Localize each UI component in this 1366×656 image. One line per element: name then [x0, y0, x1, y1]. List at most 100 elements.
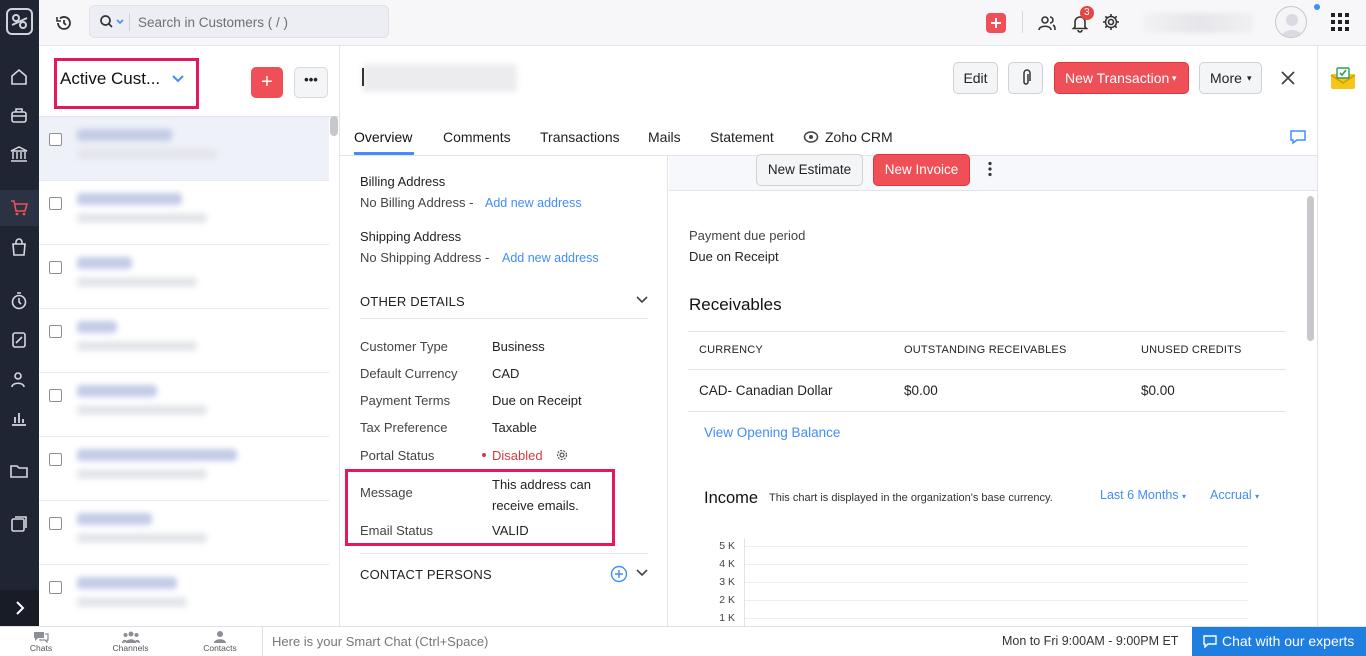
whats-new-envelope-icon[interactable]	[1330, 66, 1356, 90]
payment-due-label: Payment due period	[689, 228, 806, 243]
chat-with-experts-button[interactable]: Chat with our experts	[1192, 627, 1366, 656]
unused-credits-cell: $0.00	[1141, 383, 1175, 398]
smart-chat-bar[interactable]: Here is your Smart Chat (Ctrl+Space) Mon…	[262, 627, 1192, 656]
vertical-more-icon[interactable]	[987, 161, 993, 177]
contact-persons-header[interactable]: CONTACT PERSONS	[360, 567, 492, 582]
purchases-bag-icon[interactable]	[9, 237, 29, 257]
list-item[interactable]	[39, 117, 329, 181]
list-scrollbar[interactable]	[330, 116, 338, 136]
other-details-header[interactable]: OTHER DETAILS	[360, 294, 465, 309]
tab-zoho-crm[interactable]: Zoho CRM	[825, 129, 893, 145]
new-estimate-button[interactable]: New Estimate	[756, 154, 863, 186]
row-checkbox[interactable]	[49, 325, 62, 338]
message-label: Message	[360, 485, 413, 500]
caret-down-icon: ▾	[1172, 73, 1177, 83]
billing-address-label: Billing Address	[360, 174, 446, 189]
documents-folder-icon[interactable]	[9, 461, 29, 481]
attachment-button[interactable]	[1008, 62, 1043, 94]
list-more-options-button[interactable]: •••	[294, 67, 328, 98]
chat-with-experts-label: Chat with our experts	[1222, 633, 1355, 649]
organization-name-blurred[interactable]	[1143, 13, 1253, 33]
list-item[interactable]	[39, 309, 329, 373]
quick-create-icon[interactable]	[986, 13, 1006, 33]
banking-icon[interactable]	[9, 144, 29, 164]
row-checkbox[interactable]	[49, 389, 62, 402]
overview-panel: New Estimate New Invoice Payment due per…	[669, 154, 1317, 628]
email-status-value: VALID	[492, 523, 529, 538]
settings-gear-icon[interactable]	[1101, 12, 1121, 32]
comments-chat-icon[interactable]	[1289, 128, 1307, 146]
view-opening-balance-link[interactable]: View Opening Balance	[704, 425, 840, 440]
new-transaction-button[interactable]: New Transaction ▾	[1054, 62, 1189, 94]
unused-credits-column-header: UNUSED CREDITS	[1141, 344, 1242, 356]
chevron-down-icon[interactable]	[636, 569, 648, 577]
contacts-label: Contacts	[203, 643, 237, 653]
recent-history-icon[interactable]	[54, 13, 74, 33]
reports-icon[interactable]	[9, 408, 29, 428]
portal-settings-gear-icon[interactable]	[555, 448, 569, 462]
chevron-down-icon[interactable]	[636, 296, 648, 304]
more-button[interactable]: More ▾	[1199, 62, 1262, 94]
list-item[interactable]	[39, 373, 329, 437]
tab-comments[interactable]: Comments	[443, 129, 511, 145]
app-logo-icon[interactable]	[6, 8, 33, 35]
time-tracking-icon[interactable]	[9, 291, 29, 311]
avatar-status-dot	[1314, 4, 1320, 10]
chevron-down-icon[interactable]	[172, 74, 184, 84]
row-checkbox[interactable]	[49, 197, 62, 210]
apps-icon[interactable]	[9, 514, 29, 534]
items-icon[interactable]	[9, 105, 29, 125]
smart-chat-input[interactable]: Here is your Smart Chat (Ctrl+Space)	[272, 634, 488, 649]
message-value: This address can receive emails.	[492, 477, 591, 513]
new-customer-button[interactable]: +	[251, 67, 283, 98]
shipping-address-value: No Shipping Address -	[360, 250, 490, 265]
list-item[interactable]	[39, 565, 329, 629]
tab-statement[interactable]: Statement	[710, 129, 774, 145]
y-axis-tick-label: 1 K	[719, 612, 735, 624]
accountant-icon[interactable]	[9, 330, 29, 350]
new-invoice-button[interactable]: New Invoice	[873, 154, 970, 186]
row-checkbox[interactable]	[49, 453, 62, 466]
payment-due-value: Due on Receipt	[689, 249, 779, 264]
customer-details-column: Billing Address No Billing Address - Add…	[340, 156, 668, 626]
add-billing-address-link[interactable]: Add new address	[485, 196, 582, 210]
table-border	[688, 331, 1286, 332]
contacts-button[interactable]: Contacts	[199, 627, 241, 656]
channels-button[interactable]: Channels	[108, 627, 153, 656]
user-avatar[interactable]	[1275, 6, 1307, 38]
bottom-bar: Chats Channels Contacts Here is your Sma…	[0, 626, 1366, 656]
close-icon[interactable]	[1280, 70, 1296, 86]
row-checkbox[interactable]	[49, 581, 62, 594]
list-header: Active Cust... + •••	[39, 46, 340, 117]
tab-transactions[interactable]: Transactions	[540, 129, 620, 145]
period-dropdown[interactable]: Last 6 Months ▾	[1100, 488, 1186, 502]
basis-dropdown[interactable]: Accrual ▾	[1210, 488, 1259, 502]
divider	[360, 553, 648, 554]
tab-mails[interactable]: Mails	[648, 129, 681, 145]
search-icon[interactable]	[99, 14, 127, 30]
home-icon[interactable]	[9, 67, 29, 87]
expand-nav-button[interactable]	[0, 590, 39, 626]
overview-scrollbar[interactable]	[1307, 196, 1314, 341]
sales-cart-icon[interactable]	[9, 198, 29, 218]
row-checkbox[interactable]	[49, 261, 62, 274]
list-item[interactable]	[39, 501, 329, 565]
list-item[interactable]	[39, 437, 329, 501]
users-icon[interactable]	[9, 370, 29, 390]
list-item[interactable]	[39, 245, 329, 309]
edit-button[interactable]: Edit	[953, 62, 998, 94]
payment-terms-label: Payment Terms	[360, 393, 451, 408]
row-checkbox[interactable]	[49, 133, 62, 146]
add-shipping-address-link[interactable]: Add new address	[502, 251, 599, 265]
search-bar[interactable]: Search in Customers ( / )	[89, 5, 389, 38]
view-selector-title[interactable]: Active Cust...	[60, 69, 160, 89]
app-launcher-grid-icon[interactable]	[1331, 13, 1349, 31]
add-contact-person-icon[interactable]	[610, 565, 628, 583]
referral-users-icon[interactable]	[1037, 13, 1057, 33]
row-checkbox[interactable]	[49, 517, 62, 530]
tab-overview[interactable]: Overview	[354, 129, 412, 145]
chats-button[interactable]: Chats	[22, 627, 60, 656]
right-utility-strip	[1317, 46, 1366, 626]
search-input[interactable]: Search in Customers ( / )	[138, 15, 288, 30]
list-item[interactable]	[39, 181, 329, 245]
